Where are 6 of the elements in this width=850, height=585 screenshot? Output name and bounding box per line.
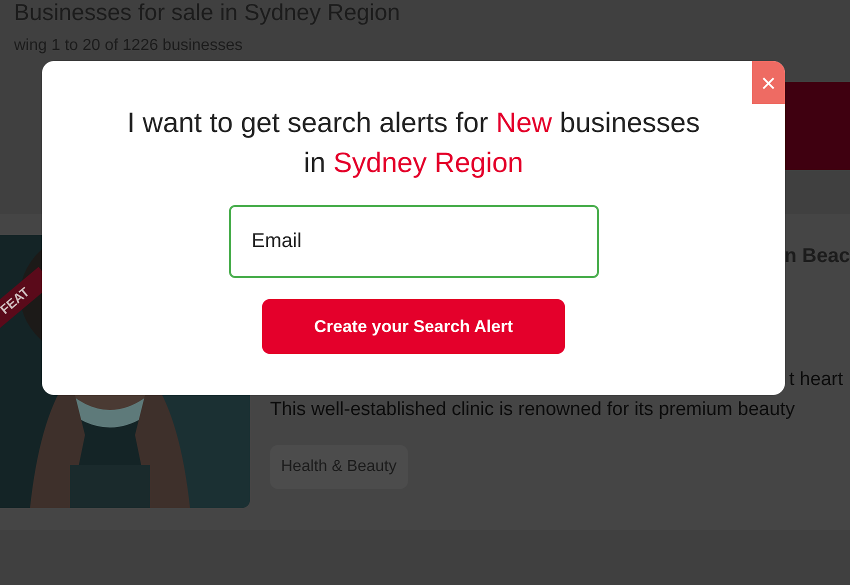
create-alert-button[interactable]: Create your Search Alert bbox=[262, 299, 565, 354]
modal-title: I want to get search alerts for New businesses in Sydney Region bbox=[126, 106, 701, 180]
listing-description: This well-established clinic is renowned for its premium beauty bbox=[270, 398, 795, 422]
close-button[interactable]: × bbox=[752, 61, 785, 104]
listing-description: t heart bbox=[789, 368, 843, 392]
email-field[interactable]: Email bbox=[228, 205, 598, 278]
